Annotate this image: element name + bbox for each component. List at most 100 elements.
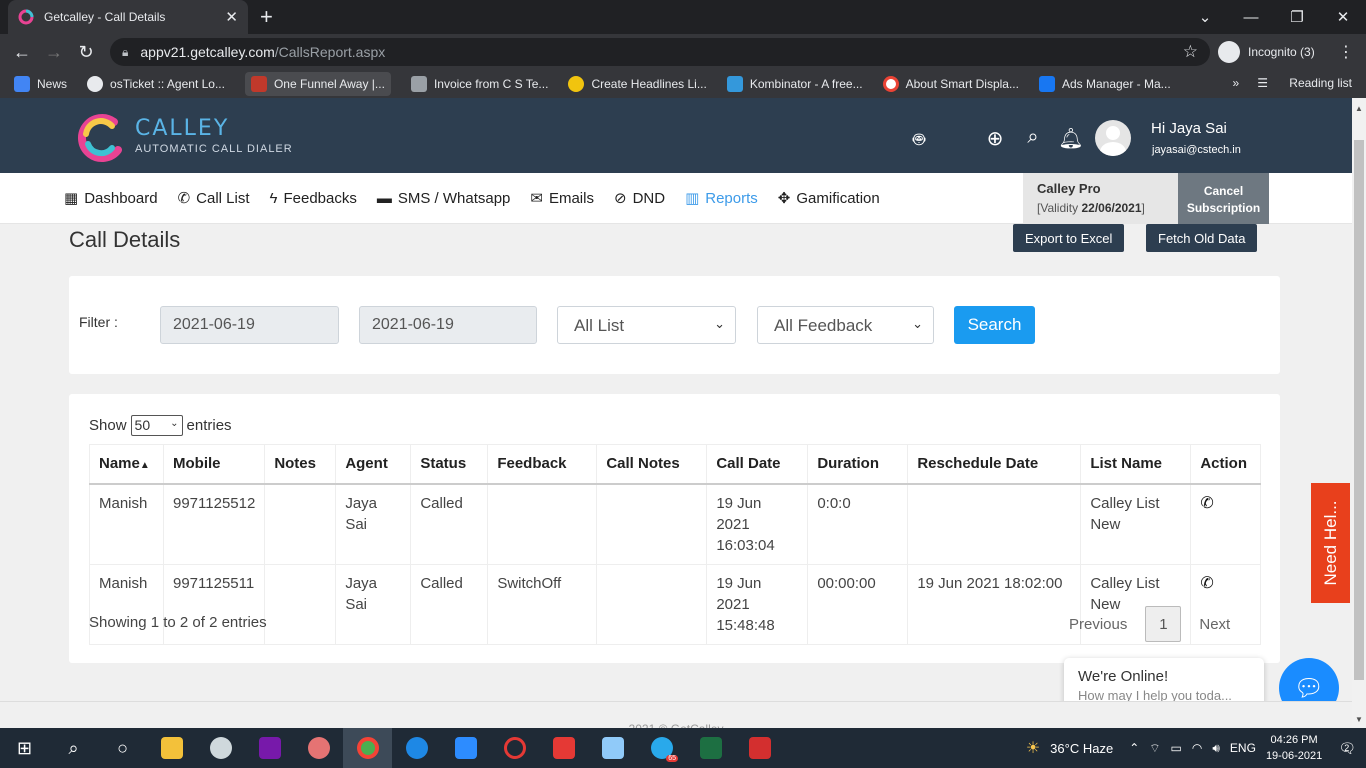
task-view-icon[interactable]: ○ bbox=[98, 728, 147, 768]
forward-icon[interactable]: → bbox=[38, 42, 70, 63]
telegram-icon[interactable]: 65 bbox=[637, 728, 686, 768]
col-status[interactable]: Status bbox=[410, 444, 489, 485]
weather-icon[interactable]: ☀ bbox=[1026, 738, 1040, 758]
col-reschedule-date[interactable]: Reschedule Date bbox=[907, 444, 1082, 485]
close-window-icon[interactable]: ✕ bbox=[1320, 8, 1366, 26]
anydesk-icon[interactable] bbox=[539, 728, 588, 768]
nav-item-call-list[interactable]: ✆ Call List bbox=[178, 189, 250, 208]
col-notes[interactable]: Notes bbox=[264, 444, 337, 485]
chrome-icon[interactable] bbox=[343, 728, 392, 768]
incognito-indicator[interactable]: Incognito (3) bbox=[1218, 38, 1315, 66]
paint-app-icon[interactable] bbox=[294, 728, 343, 768]
ban-icon: ⊘ bbox=[613, 190, 627, 207]
nav-menu: ▦ Dashboard ✆ Call List ϟ Feedbacks ▬ SMS / … bbox=[64, 189, 900, 208]
nav-item-sms-whatsapp[interactable]: ▬ SMS / Whatsapp bbox=[377, 189, 511, 207]
reload-icon[interactable]: ↻ bbox=[70, 42, 102, 63]
col-action[interactable]: Action bbox=[1190, 444, 1261, 485]
col-agent[interactable]: Agent bbox=[335, 444, 412, 485]
browser-tab[interactable]: Getcalley - Call Details ✕ bbox=[8, 0, 248, 34]
scroll-up-icon[interactable]: ▲ bbox=[1355, 104, 1363, 113]
call-action-icon[interactable]: ✆ bbox=[1200, 575, 1213, 592]
onenote-icon[interactable] bbox=[245, 728, 294, 768]
col-call-date[interactable]: Call Date bbox=[706, 444, 809, 485]
list-select[interactable]: All List ⌄ bbox=[557, 306, 736, 344]
zoom-icon[interactable] bbox=[441, 728, 490, 768]
nav-item-emails[interactable]: ✉ Emails bbox=[530, 189, 594, 208]
previous-page-button[interactable]: Previous bbox=[1069, 616, 1127, 633]
search-icon[interactable]: ⌕ bbox=[49, 728, 98, 768]
fetch-old-data-button[interactable]: Fetch Old Data bbox=[1146, 224, 1258, 252]
more-bookmarks-icon[interactable]: » bbox=[1233, 76, 1240, 90]
support-icon[interactable]: ⊕ bbox=[976, 126, 1014, 154]
acrobat-icon[interactable] bbox=[735, 728, 784, 768]
to-date-input[interactable]: 2021-06-19 bbox=[359, 306, 537, 344]
need-help-tab[interactable]: Need Hel... bbox=[1311, 483, 1350, 603]
bookmark-item[interactable]: One Funnel Away |... bbox=[244, 72, 391, 96]
col-call-notes[interactable]: Call Notes bbox=[596, 444, 708, 485]
search-icon[interactable]: ⌕ bbox=[1014, 126, 1052, 154]
user-greeting[interactable]: Hi Jaya Sai bbox=[1151, 120, 1227, 137]
from-date-input[interactable]: 2021-06-19 bbox=[160, 306, 339, 344]
back-icon[interactable]: ← bbox=[6, 42, 38, 63]
wifi-icon[interactable]: ◠ bbox=[1192, 741, 1202, 755]
nav-item-dnd[interactable]: ⊘ DND bbox=[613, 189, 665, 208]
export-excel-button[interactable]: Export to Excel bbox=[1013, 224, 1125, 252]
scrollbar-thumb[interactable] bbox=[1354, 140, 1364, 680]
nav-item-feedbacks[interactable]: ϟ Feedbacks bbox=[270, 189, 357, 207]
new-tab-icon[interactable]: + bbox=[260, 4, 273, 30]
apple-icon[interactable] bbox=[938, 126, 976, 154]
minimize-icon[interactable]: — bbox=[1228, 9, 1274, 26]
bookmark-item[interactable]: osTicket :: Agent Lo... bbox=[87, 76, 225, 92]
volume-icon[interactable]: 🔊︎ bbox=[1212, 741, 1220, 756]
entries-select[interactable]: 50 ⌄ bbox=[130, 415, 183, 436]
notepad-icon[interactable] bbox=[588, 728, 637, 768]
col-list-name[interactable]: List Name bbox=[1080, 444, 1192, 485]
col-name[interactable]: Name▲ bbox=[89, 444, 164, 485]
bookmark-item[interactable]: Ads Manager - Ma... bbox=[1038, 76, 1171, 92]
bookmark-item[interactable]: Create Headlines Li... bbox=[568, 76, 707, 92]
call-action-icon[interactable]: ✆ bbox=[1200, 495, 1213, 512]
col-mobile[interactable]: Mobile bbox=[162, 444, 266, 485]
page-button-current[interactable]: 1 bbox=[1145, 606, 1182, 642]
excel-icon[interactable] bbox=[686, 728, 735, 768]
cancel-subscription-button[interactable]: Cancel Subscription bbox=[1178, 173, 1269, 224]
close-tab-icon[interactable]: ✕ bbox=[225, 8, 238, 26]
feedback-select[interactable]: All Feedback ⌄ bbox=[757, 306, 934, 344]
clock[interactable]: 04:26 PM 19-06-2021 bbox=[1266, 732, 1322, 764]
browser-menu-icon[interactable]: ⋮ bbox=[1338, 42, 1354, 62]
restore-icon[interactable]: ❐ bbox=[1274, 8, 1320, 26]
next-page-button[interactable]: Next bbox=[1199, 616, 1230, 633]
page-scrollbar[interactable]: ▲ ▼ bbox=[1352, 98, 1366, 728]
col-duration[interactable]: Duration bbox=[807, 444, 909, 485]
bell-icon[interactable]: 🔔︎ bbox=[1052, 126, 1090, 154]
network-icon[interactable]: ⌔ bbox=[1149, 741, 1160, 756]
bookmark-item[interactable]: Kombinator - A free... bbox=[726, 76, 863, 92]
bookmark-star-icon[interactable]: ☆ bbox=[1183, 42, 1198, 62]
tab-search-icon[interactable]: ⌄ bbox=[1182, 8, 1228, 26]
weather-text[interactable]: 36°C Haze bbox=[1050, 741, 1113, 756]
calley-logo-icon[interactable] bbox=[74, 112, 126, 164]
bookmark-item[interactable]: News bbox=[14, 76, 67, 92]
nav-item-gamification[interactable]: ✥ Gamification bbox=[778, 189, 880, 208]
nav-item-reports[interactable]: ▥ Reports bbox=[685, 189, 758, 208]
col-feedback[interactable]: Feedback bbox=[487, 444, 598, 485]
target-app-icon[interactable] bbox=[490, 728, 539, 768]
lock-icon[interactable]: 🔒︎ bbox=[122, 45, 128, 60]
windows-start-icon[interactable]: ⊞ bbox=[0, 728, 49, 768]
language-indicator[interactable]: ENG bbox=[1230, 741, 1256, 755]
file-explorer-icon[interactable] bbox=[147, 728, 196, 768]
tray-chevron-icon[interactable]: ⌃ bbox=[1129, 741, 1139, 755]
scroll-down-icon[interactable]: ▼ bbox=[1355, 715, 1363, 724]
bookmark-item[interactable]: Invoice from C S Te... bbox=[410, 76, 548, 92]
search-button[interactable]: Search bbox=[954, 306, 1035, 344]
battery-icon[interactable]: ▭ bbox=[1171, 741, 1182, 755]
bookmark-item[interactable]: About Smart Displa... bbox=[882, 76, 1019, 92]
nav-item-dashboard[interactable]: ▦ Dashboard bbox=[64, 189, 158, 208]
edge-icon[interactable] bbox=[392, 728, 441, 768]
notification-center-icon[interactable]: 🗨︎ 2 bbox=[1338, 740, 1356, 757]
robot-app-icon[interactable] bbox=[196, 728, 245, 768]
android-icon[interactable]: 🤖︎ bbox=[900, 126, 938, 154]
avatar[interactable] bbox=[1095, 120, 1131, 156]
address-bar[interactable]: 🔒︎ appv21.getcalley.com/CallsReport.aspx… bbox=[110, 38, 1210, 66]
reading-list-button[interactable]: ☰ Reading list bbox=[1257, 76, 1352, 90]
